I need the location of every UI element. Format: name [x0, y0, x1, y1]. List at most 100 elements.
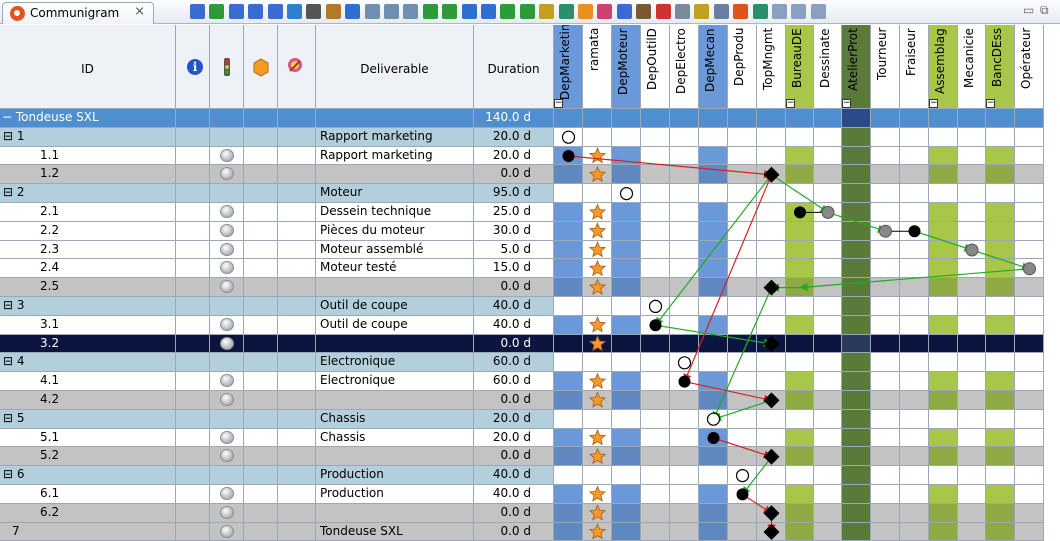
row-5.1-res-5[interactable] [699, 428, 728, 448]
row-Tondeuse SXL-info[interactable] [176, 109, 210, 128]
row-5.2-res-7[interactable] [757, 447, 786, 467]
row-3.2-res-9[interactable] [814, 334, 842, 354]
row-5.1-res-9[interactable] [814, 428, 842, 448]
minimize-icon[interactable]: ▭ [1023, 3, 1034, 17]
row-4-res-7[interactable] [757, 353, 786, 373]
header-resource-15[interactable]: BancDEss − [986, 25, 1015, 109]
row-3.2-res-10[interactable] [842, 334, 871, 354]
row-1.1-res-11[interactable] [871, 146, 900, 166]
row-4.1-id[interactable]: 4.1 [0, 372, 176, 391]
row-1.2-res-9[interactable] [814, 165, 842, 185]
row-2-res-0[interactable] [554, 184, 583, 203]
row-5.2-deliverable[interactable] [316, 447, 474, 467]
row-2.4-res-12[interactable] [900, 259, 929, 279]
row-Tondeuse SXL-duration[interactable]: 140.0 d [474, 109, 554, 128]
row-5.1-res-8[interactable] [786, 428, 814, 448]
row-2.5-info[interactable] [176, 278, 210, 297]
row-4.2-res-11[interactable] [871, 391, 900, 410]
row-5.2-res-9[interactable] [814, 447, 842, 467]
row-4.1-res-12[interactable] [900, 372, 929, 391]
row-1.2-res-0[interactable] [554, 165, 583, 185]
row-4.1-res-16[interactable] [1015, 372, 1044, 391]
header-resource-3[interactable]: DepOutilD [641, 25, 670, 109]
refresh-icon[interactable] [558, 4, 574, 19]
row-7-res-2[interactable] [612, 522, 641, 541]
row-2-id[interactable]: ⊟ 2 [0, 184, 176, 203]
deliverable-icon[interactable] [597, 4, 613, 19]
header-resource-8[interactable]: BureauDE − [786, 25, 814, 109]
row-4.1-res-14[interactable] [958, 372, 986, 391]
row-6.1-res-16[interactable] [1015, 485, 1044, 504]
row-2.2-res-4[interactable] [670, 221, 699, 241]
row-4.1-deliverable[interactable]: Electronique [316, 372, 474, 391]
row-3.1-res-14[interactable] [958, 315, 986, 335]
row-2-res-10[interactable] [842, 184, 871, 203]
row-Tondeuse SXL-pkg[interactable] [244, 109, 278, 128]
row-7-res-14[interactable] [958, 522, 986, 541]
row-2.2-deliv-icon[interactable] [278, 221, 316, 241]
row-1.2-res-3[interactable] [641, 165, 670, 185]
row-2.2-duration[interactable]: 30.0 d [474, 221, 554, 241]
row-6.1-res-4[interactable] [670, 485, 699, 504]
row-2.4-res-2[interactable] [612, 259, 641, 279]
row-5.2-res-1[interactable] [583, 447, 612, 467]
row-4.1-duration[interactable]: 60.0 d [474, 372, 554, 391]
row-3-res-3[interactable] [641, 297, 670, 316]
row-1.2-res-8[interactable] [786, 165, 814, 185]
row-2.5-res-11[interactable] [871, 278, 900, 297]
row-6-res-3[interactable] [641, 466, 670, 485]
row-5.1-res-11[interactable] [871, 428, 900, 448]
collapse-icon[interactable]: − [786, 99, 795, 108]
row-4.1-res-6[interactable] [728, 372, 757, 391]
row-2.1-res-6[interactable] [728, 203, 757, 222]
row-1-res-13[interactable] [929, 127, 958, 147]
row-5.2-res-2[interactable] [612, 447, 641, 467]
row-3.1-res-2[interactable] [612, 315, 641, 335]
row-1.2-res-14[interactable] [958, 165, 986, 185]
row-2.3-res-16[interactable] [1015, 240, 1044, 260]
row-3-status[interactable] [210, 297, 244, 316]
row-6.2-res-8[interactable] [786, 503, 814, 523]
row-1-res-3[interactable] [641, 127, 670, 147]
row-2.2-res-16[interactable] [1015, 221, 1044, 241]
row-2.1-res-4[interactable] [670, 203, 699, 222]
row-4.2-res-13[interactable] [929, 391, 958, 410]
row-5.1-res-14[interactable] [958, 428, 986, 448]
users-icon[interactable] [694, 4, 710, 19]
row-2-res-4[interactable] [670, 184, 699, 203]
row-Tondeuse SXL-res-3[interactable] [641, 109, 670, 128]
row-3-res-13[interactable] [929, 297, 958, 316]
row-5-res-8[interactable] [786, 409, 814, 429]
row-5-res-3[interactable] [641, 409, 670, 429]
filter-icon[interactable] [190, 4, 205, 19]
row-3.2-status[interactable] [210, 334, 244, 354]
row-1.1-deliv-icon[interactable] [278, 146, 316, 166]
maximize-icon[interactable]: ⧉ [1040, 3, 1049, 18]
header-resource-13[interactable]: Assemblag − [929, 25, 958, 109]
row-7-res-10[interactable] [842, 522, 871, 541]
row-3-res-0[interactable] [554, 297, 583, 316]
row-5-res-6[interactable] [728, 409, 757, 429]
row-1.2-duration[interactable]: 0.0 d [474, 165, 554, 185]
rows-icon[interactable] [481, 4, 496, 19]
row-1-status[interactable] [210, 127, 244, 147]
header-resource-11[interactable]: Tourneur [871, 25, 900, 109]
row-5.2-res-11[interactable] [871, 447, 900, 467]
row-Tondeuse SXL-deliverable[interactable] [316, 109, 474, 128]
row-2.5-pkg[interactable] [244, 278, 278, 297]
row-1.2-id[interactable]: 1.2 [0, 165, 176, 185]
row-3-res-7[interactable] [757, 297, 786, 316]
row-3-res-8[interactable] [786, 297, 814, 316]
row-3.2-res-0[interactable] [554, 334, 583, 354]
row-6-res-5[interactable] [699, 466, 728, 485]
row-2-res-8[interactable] [786, 184, 814, 203]
row-1.2-deliv-icon[interactable] [278, 165, 316, 185]
row-4.2-duration[interactable]: 0.0 d [474, 391, 554, 410]
row-3-duration[interactable]: 40.0 d [474, 297, 554, 316]
row-1-deliv-icon[interactable] [278, 127, 316, 147]
row-5.2-res-16[interactable] [1015, 447, 1044, 467]
row-6.2-pkg[interactable] [244, 503, 278, 523]
check-icon[interactable] [519, 4, 535, 19]
row-3.2-res-4[interactable] [670, 334, 699, 354]
collapse-icon[interactable]: − [842, 99, 851, 108]
